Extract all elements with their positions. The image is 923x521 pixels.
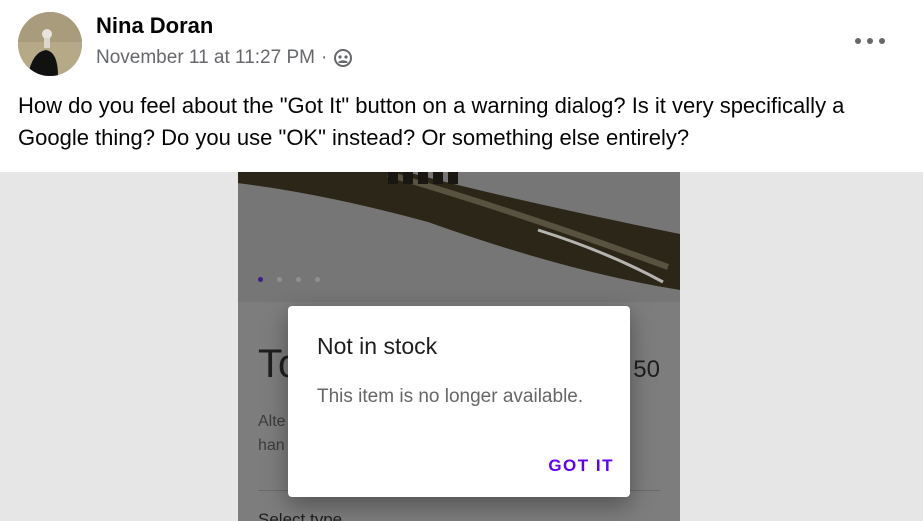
post-timestamp[interactable]: November 11 at 11:27 PM	[96, 47, 315, 69]
product-description: Alte han	[258, 410, 286, 458]
author-name[interactable]: Nina Doran	[96, 13, 213, 39]
brush-image	[238, 172, 680, 302]
carousel-dot[interactable]	[296, 277, 301, 282]
friends-icon[interactable]	[333, 48, 353, 68]
carousel-dot[interactable]	[315, 277, 320, 282]
warning-dialog: Not in stock This item is no longer avai…	[288, 306, 630, 497]
post-text: How do you feel about the "Got It" butto…	[18, 93, 845, 150]
avatar-photo	[18, 12, 82, 76]
description-line: han	[258, 437, 285, 454]
select-type-label: Select type	[258, 510, 343, 521]
got-it-button[interactable]: GOT IT	[548, 456, 614, 476]
carousel-dot[interactable]	[277, 277, 282, 282]
post-header: Nina Doran November 11 at 11:27 PM · How…	[0, 0, 923, 173]
product-price: 50	[633, 356, 660, 383]
post-meta: November 11 at 11:27 PM ·	[96, 47, 353, 69]
more-options-icon[interactable]	[855, 30, 885, 52]
meta-separator: ·	[320, 47, 328, 68]
carousel-indicator[interactable]	[258, 277, 320, 282]
avatar[interactable]	[18, 12, 82, 76]
dialog-title: Not in stock	[317, 333, 438, 359]
product-photo	[238, 172, 680, 302]
description-line: Alte	[258, 413, 286, 430]
carousel-dot[interactable]	[258, 277, 263, 282]
dialog-message: This item is no longer available.	[317, 386, 584, 407]
